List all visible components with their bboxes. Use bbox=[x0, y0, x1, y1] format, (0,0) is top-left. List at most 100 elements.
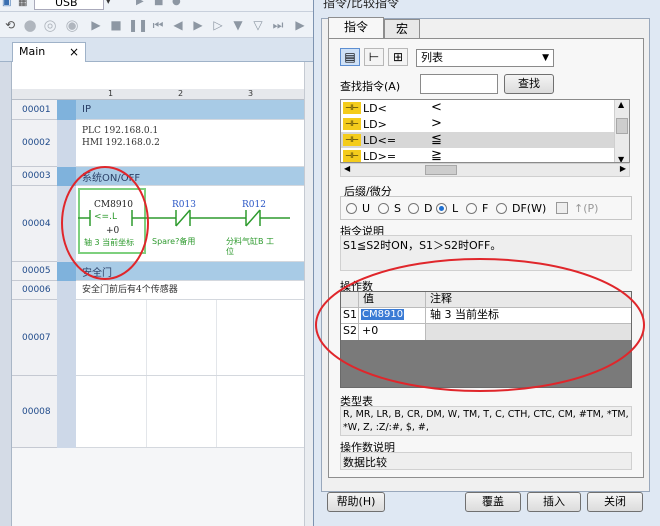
instruction-list[interactable]: ⊣⊢ LD< < ⊣⊢ LD> > ⊣⊢ LD<= ≦ ⊣⊢ LD>= ≧ ▲ … bbox=[340, 99, 630, 163]
grid-icon[interactable]: ▦ bbox=[18, 0, 27, 8]
next-icon[interactable]: ▶ bbox=[292, 17, 308, 33]
app-icon: ▣ bbox=[2, 0, 12, 8]
step-over-icon[interactable]: ▷ bbox=[210, 17, 226, 33]
search-input[interactable] bbox=[420, 74, 498, 94]
column-header: 1 2 3 bbox=[12, 89, 320, 100]
list-view-icon[interactable]: ▤ bbox=[340, 48, 360, 66]
suffix-option-label: S bbox=[394, 202, 401, 215]
record-circle-icon[interactable]: ◉ bbox=[64, 17, 80, 33]
instruction-icon: ⊣⊢ bbox=[343, 102, 361, 114]
step-icon[interactable]: ▶ bbox=[190, 17, 206, 33]
close-icon[interactable]: × bbox=[69, 43, 79, 61]
suffix-radio-u[interactable] bbox=[346, 203, 357, 214]
list-item[interactable]: ⊣⊢ LD>= ≧ bbox=[341, 148, 615, 163]
last-icon[interactable]: ⏭ bbox=[270, 17, 286, 33]
suffix-radio-d[interactable] bbox=[408, 203, 419, 214]
close-button[interactable]: 关闭 bbox=[587, 492, 643, 512]
ladder-rung-empty[interactable] bbox=[76, 300, 320, 376]
top-toolbar: ▣ ▦ USB ▾ ▶ ■ ● bbox=[0, 0, 320, 12]
column-number: 3 bbox=[248, 89, 254, 98]
instruction-symbol: ≦ bbox=[431, 132, 442, 147]
port-select[interactable]: USB bbox=[34, 0, 104, 10]
first-icon[interactable]: ⏮ bbox=[150, 17, 166, 33]
instruction-icon: ⊣⊢ bbox=[343, 150, 361, 162]
editor-empty-area[interactable] bbox=[12, 448, 320, 526]
suffix-radio-s[interactable] bbox=[378, 203, 389, 214]
list-item[interactable]: ⊣⊢ LD< < bbox=[341, 100, 615, 116]
comment-line: HMI 192.168.0.2 bbox=[82, 138, 160, 148]
scroll-left-icon[interactable]: ◀ bbox=[344, 164, 350, 173]
edge-checkbox[interactable] bbox=[556, 202, 568, 214]
comment-line: PLC 192.168.0.1 bbox=[82, 126, 159, 136]
step-back-icon[interactable]: ◀ bbox=[170, 17, 186, 33]
insert-button[interactable]: 插入 bbox=[527, 492, 581, 512]
list-item-selected[interactable]: ⊣⊢ LD<= ≦ bbox=[341, 132, 615, 148]
contact-comment: 位 bbox=[226, 247, 234, 256]
scrollbar-thumb[interactable] bbox=[425, 165, 457, 175]
scroll-right-icon[interactable]: ▶ bbox=[620, 164, 626, 173]
view-select-value: 列表 bbox=[421, 51, 443, 64]
row-header-comment[interactable]: IP bbox=[76, 100, 320, 120]
type-text-line: R, MR, LR, B, CR, DM, W, TM, T, C, CTH, … bbox=[343, 409, 632, 420]
suffix-option-label: D bbox=[424, 202, 433, 215]
step-in-icon[interactable]: ▼ bbox=[230, 17, 246, 33]
dialog-title: 指令/比较指令 bbox=[323, 0, 400, 10]
help-button[interactable]: 帮助(H) bbox=[327, 492, 385, 512]
suffix-option-label: U bbox=[362, 202, 371, 215]
play-icon[interactable]: ▶ bbox=[136, 0, 144, 7]
row-selector[interactable] bbox=[57, 100, 76, 120]
dialog-titlebar[interactable]: 指令/比较指令 bbox=[313, 0, 660, 18]
search-button[interactable]: 查找 bbox=[504, 74, 554, 94]
operand-desc-text: 数据比较 bbox=[340, 452, 632, 470]
row-selector[interactable] bbox=[57, 376, 76, 448]
row-selector[interactable] bbox=[57, 300, 76, 376]
instruction-symbol: < bbox=[431, 100, 442, 115]
suffix-option-label: DF(W) bbox=[512, 202, 547, 215]
row-comment-block[interactable]: PLC 192.168.0.1 HMI 192.168.0.2 bbox=[76, 120, 320, 167]
tab-main-label: Main bbox=[19, 45, 46, 58]
chevron-down-icon[interactable]: ▾ bbox=[106, 0, 111, 7]
ladder-rung-empty[interactable] bbox=[76, 376, 320, 448]
contact-device-name[interactable]: R012 bbox=[242, 200, 266, 210]
instruction-name: LD>= bbox=[363, 150, 397, 163]
instruction-icon: ⊣⊢ bbox=[343, 118, 361, 130]
instruction-name: LD> bbox=[363, 118, 387, 131]
type-text-line: *W, Z, :Z/:#, $, #, bbox=[343, 422, 429, 433]
scrollbar-thumb[interactable] bbox=[616, 118, 628, 134]
scroll-down-icon[interactable]: ▼ bbox=[618, 155, 624, 162]
run-icon[interactable]: ▶ bbox=[88, 17, 104, 33]
list-vertical-scrollbar[interactable]: ▲ ▼ bbox=[614, 100, 629, 162]
instruction-symbol: ≧ bbox=[431, 148, 442, 163]
stop-square-icon[interactable]: ■ bbox=[108, 17, 124, 33]
tab-macro[interactable]: 宏 bbox=[384, 19, 420, 39]
row-selector[interactable] bbox=[57, 120, 76, 167]
record-icon[interactable]: ● bbox=[172, 0, 181, 7]
pause-icon[interactable]: ❚❚ bbox=[128, 17, 148, 33]
scroll-up-icon[interactable]: ▲ bbox=[618, 100, 624, 109]
stop-circle-icon[interactable]: ● bbox=[22, 17, 38, 33]
chevron-down-icon: ▼ bbox=[542, 53, 549, 63]
suffix-radio-f[interactable] bbox=[466, 203, 477, 214]
pause-circle-icon[interactable]: ◎ bbox=[42, 17, 58, 33]
tab-main[interactable]: Main × bbox=[12, 42, 86, 62]
contact-device-name[interactable]: R013 bbox=[172, 200, 196, 210]
suffix-radio-df[interactable] bbox=[496, 203, 507, 214]
type-text: R, MR, LR, B, CR, DM, W, TM, T, C, CTH, … bbox=[340, 406, 632, 436]
tree-view-icon[interactable]: ⊢ bbox=[364, 48, 384, 66]
document-tabbar: Main × bbox=[0, 38, 320, 62]
debug-toolbar: ⟲ ● ◎ ◉ ▶ ■ ❚❚ ⏮ ◀ ▶ ▷ ▼ ▽ ⏭ ▶ bbox=[0, 12, 320, 38]
left-panel-strip bbox=[0, 62, 12, 526]
grid-view-icon[interactable]: ⊞ bbox=[388, 48, 408, 66]
list-item[interactable]: ⊣⊢ LD> > bbox=[341, 116, 615, 132]
instruction-symbol: > bbox=[431, 116, 442, 131]
annotation-ellipse bbox=[61, 166, 149, 280]
tab-instruction[interactable]: 指令 bbox=[328, 17, 384, 38]
view-select[interactable]: 列表 ▼ bbox=[416, 49, 554, 67]
monitor-icon[interactable]: ⟲ bbox=[2, 17, 18, 33]
list-horizontal-scrollbar[interactable]: ◀ ▶ bbox=[340, 163, 630, 177]
instruction-name: LD<= bbox=[363, 134, 397, 147]
step-out-icon[interactable]: ▽ bbox=[250, 17, 266, 33]
stop-icon[interactable]: ■ bbox=[154, 0, 163, 7]
overwrite-button[interactable]: 覆盖 bbox=[465, 492, 521, 512]
suffix-radio-l[interactable] bbox=[436, 203, 447, 214]
